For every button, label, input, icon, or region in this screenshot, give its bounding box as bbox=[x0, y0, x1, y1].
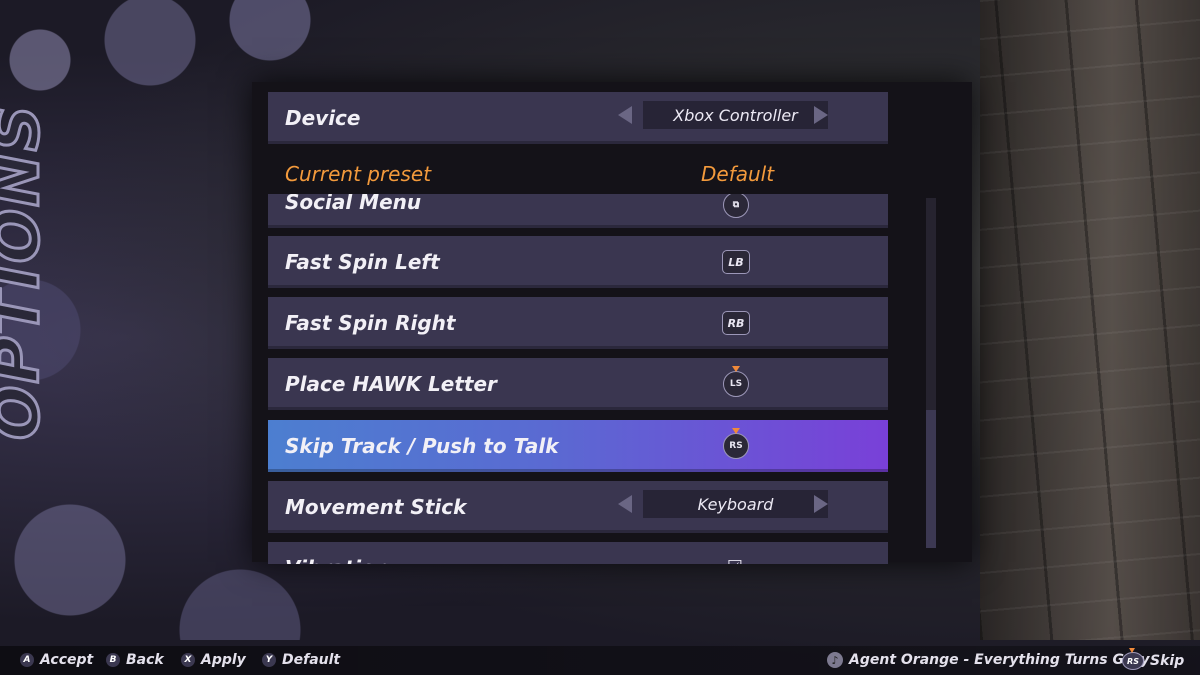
current-preset-row: Current preset Default bbox=[268, 158, 888, 194]
arrow-left-icon[interactable] bbox=[618, 495, 632, 513]
binding-row-fast-spin-left[interactable]: Fast Spin Left LB bbox=[268, 236, 888, 288]
default-hint[interactable]: Y Default bbox=[262, 652, 340, 668]
scrollbar[interactable] bbox=[926, 198, 936, 548]
options-title: OPTIONS bbox=[0, 102, 56, 442]
back-hint[interactable]: B Back bbox=[106, 652, 164, 668]
arrow-right-icon[interactable] bbox=[814, 495, 828, 513]
preset-value: Default bbox=[701, 162, 775, 186]
right-stick-icon: RS bbox=[1122, 648, 1144, 670]
checkbox-icon[interactable]: ☑ bbox=[722, 556, 748, 565]
binding-row-movement-stick[interactable]: Movement Stick Keyboard bbox=[268, 481, 888, 533]
back-label: Back bbox=[126, 652, 164, 668]
binding-row-fast-spin-right[interactable]: Fast Spin Right RB bbox=[268, 297, 888, 349]
accept-hint[interactable]: A Accept bbox=[20, 652, 93, 668]
accept-label: Accept bbox=[40, 652, 94, 668]
brick-wall-background bbox=[980, 0, 1200, 640]
binding-row-skip-track[interactable]: Skip Track / Push to Talk RS bbox=[268, 420, 888, 472]
skip-hint[interactable]: RS Skip bbox=[1122, 648, 1185, 670]
binding-label: Skip Track / Push to Talk bbox=[285, 434, 559, 458]
now-playing: ♪ Agent Orange - Everything Turns Grey bbox=[827, 652, 1150, 668]
apply-label: Apply bbox=[201, 652, 246, 668]
view-button-icon: ⧉ bbox=[723, 187, 749, 218]
device-selector[interactable]: Xbox Controller bbox=[618, 101, 828, 129]
default-label: Default bbox=[282, 652, 341, 668]
binding-row-vibration[interactable]: Vibration ☑ bbox=[268, 542, 888, 564]
skip-label: Skip bbox=[1150, 653, 1185, 669]
device-value: Xbox Controller bbox=[643, 101, 828, 129]
x-button-icon: X bbox=[181, 653, 195, 667]
rb-button-icon: RB bbox=[722, 311, 750, 335]
movement-stick-value: Keyboard bbox=[643, 490, 828, 518]
binding-label: Vibration bbox=[285, 556, 389, 564]
device-label: Device bbox=[285, 106, 361, 130]
binding-label: Fast Spin Right bbox=[285, 311, 456, 335]
a-button-icon: A bbox=[20, 653, 34, 667]
binding-row-place-hawk-letter[interactable]: Place HAWK Letter LS bbox=[268, 358, 888, 410]
y-button-icon: Y bbox=[262, 653, 276, 667]
right-stick-icon: RS bbox=[723, 428, 749, 459]
binding-label: Movement Stick bbox=[285, 495, 467, 519]
apply-hint[interactable]: X Apply bbox=[181, 652, 246, 668]
lb-button-icon: LB bbox=[722, 250, 750, 274]
left-stick-icon: LS bbox=[723, 366, 749, 397]
movement-stick-selector[interactable]: Keyboard bbox=[618, 490, 828, 518]
footer-bar: A Accept B Back X Apply Y Default ♪ Agen… bbox=[0, 646, 1200, 675]
binding-label: Fast Spin Left bbox=[285, 250, 440, 274]
device-row[interactable]: Device Xbox Controller bbox=[268, 92, 888, 144]
now-playing-track: Agent Orange - Everything Turns Grey bbox=[849, 652, 1150, 668]
b-button-icon: B bbox=[106, 653, 120, 667]
scrollbar-thumb[interactable] bbox=[926, 410, 936, 548]
arrow-right-icon[interactable] bbox=[814, 106, 828, 124]
binding-label: Place HAWK Letter bbox=[285, 372, 497, 396]
preset-label: Current preset bbox=[285, 162, 432, 186]
music-note-icon: ♪ bbox=[827, 652, 843, 668]
arrow-left-icon[interactable] bbox=[618, 106, 632, 124]
